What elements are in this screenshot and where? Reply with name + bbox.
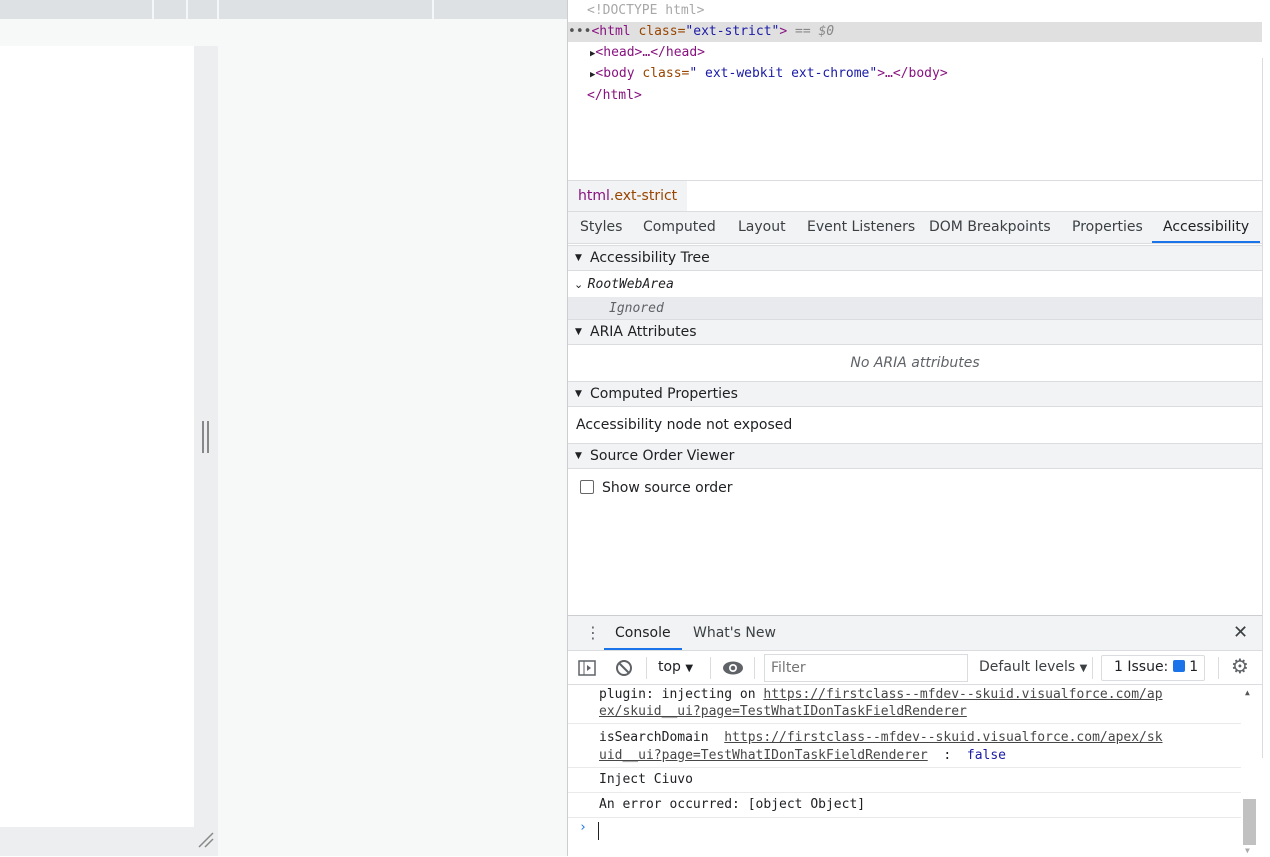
devtools-panel: <!DOCTYPE html> •••<html class="ext-stri… — [567, 0, 1270, 856]
checkbox-label: Show source order — [602, 480, 733, 496]
ignored-node[interactable]: Ignored — [568, 297, 1262, 319]
tab-properties[interactable]: Properties — [1072, 212, 1143, 243]
console-message: plugin: injecting on https://firstclass-… — [568, 686, 1241, 724]
clear-console-icon[interactable] — [615, 659, 633, 677]
root-node: RootWebArea — [587, 277, 674, 292]
html-val: "ext-strict" — [685, 24, 780, 39]
breadcrumb-class: .ext-strict — [609, 188, 678, 204]
tab-styles[interactable]: Styles — [580, 212, 622, 243]
sidebar-toggle-icon[interactable] — [578, 660, 596, 676]
sidebar-tabs: Styles Computed Layout Event Listeners D… — [568, 212, 1262, 244]
body-close: >…</body> — [877, 66, 948, 81]
message-link[interactable]: ex/skuid__ui?page=TestWhatIDonTaskFieldR… — [599, 704, 967, 719]
checkbox[interactable] — [580, 480, 594, 494]
emulated-page — [0, 46, 194, 827]
computed-text: Accessibility node not exposed — [576, 417, 793, 433]
tab-console[interactable]: Console — [604, 616, 682, 650]
selected-marker: == $0 — [795, 24, 835, 39]
breadcrumb-tag: html — [578, 188, 610, 204]
head-tag: <head>…</head> — [595, 45, 705, 60]
issue-icon — [1172, 660, 1185, 672]
scrollbar-thumb[interactable] — [1243, 799, 1256, 845]
tab-layout[interactable]: Layout — [738, 212, 786, 243]
levels-label: Default levels — [979, 659, 1076, 675]
ignored-label: Ignored — [609, 301, 664, 316]
console-scrollbar[interactable]: ▲ ▼ — [1241, 686, 1257, 857]
bottom-strip — [0, 827, 218, 856]
message-link[interactable]: https://firstclass--mfdev--skuid.visualf… — [763, 687, 1162, 702]
html-node-selected[interactable]: •••<html class="ext-strict"> == $0 — [568, 22, 1262, 42]
html-end-node: </html> — [587, 88, 642, 103]
resize-handle[interactable] — [202, 421, 209, 453]
console-input[interactable] — [598, 822, 599, 840]
console-messages: plugin: injecting on https://firstclass-… — [568, 686, 1270, 857]
aria-attributes-header[interactable]: ▼ ARIA Attributes — [568, 319, 1262, 345]
close-icon[interactable]: ✕ — [1233, 622, 1248, 643]
collapse-triangle-icon: ▼ — [575, 389, 582, 399]
computed-properties-header[interactable]: ▼ Computed Properties — [568, 381, 1262, 407]
section-title: Source Order Viewer — [590, 448, 735, 464]
issues-button[interactable]: 1 Issue: 1 — [1101, 655, 1205, 681]
doctype-node: <!DOCTYPE html> — [587, 3, 705, 18]
console-message: Inject Ciuvo — [568, 768, 1241, 793]
resize-strip — [194, 46, 218, 827]
tab-whats-new[interactable]: What's New — [693, 616, 776, 650]
log-levels-select[interactable]: Default levels ▼ — [979, 659, 1087, 675]
show-source-order[interactable]: Show source order — [580, 480, 1270, 496]
aria-empty: No ARIA attributes — [850, 355, 980, 371]
panel-scrollbar[interactable] — [1262, 58, 1270, 758]
message-link[interactable]: https://firstclass--mfdev--skuid.visualf… — [724, 730, 1162, 745]
prompt-chevron-icon: › — [579, 820, 587, 835]
message-value: false — [966, 748, 1007, 763]
message-link[interactable]: uid__ui?page=TestWhatIDonTaskFieldRender… — [599, 748, 928, 763]
collapse-triangle-icon: ▼ — [575, 253, 582, 263]
breadcrumb: html.ext-strict — [568, 180, 1262, 212]
context-select[interactable]: top ▼ — [658, 659, 693, 675]
tab-computed[interactable]: Computed — [643, 212, 716, 243]
body-node[interactable]: ▶<body class=" ext-webkit ext-chrome">…<… — [590, 66, 1270, 81]
console-message: An error occurred: [object Object] — [568, 793, 1241, 818]
collapse-triangle-icon: ▼ — [575, 327, 582, 337]
more-vertical-icon[interactable]: ⋮ — [585, 623, 601, 642]
tab-accessibility[interactable]: Accessibility — [1152, 212, 1261, 243]
accessibility-tree-header[interactable]: ▼ Accessibility Tree — [568, 245, 1262, 271]
collapse-triangle-icon: ▼ — [575, 451, 582, 461]
elements-tree: <!DOCTYPE html> •••<html class="ext-stri… — [568, 0, 1262, 180]
html-close: > — [779, 24, 788, 39]
device-toolbar-ruler — [0, 0, 567, 19]
body-val: " ext-webkit ext-chrome" — [689, 66, 878, 81]
section-title: Computed Properties — [590, 386, 738, 402]
source-order-header[interactable]: ▼ Source Order Viewer — [568, 443, 1262, 469]
tree-root[interactable]: ⌄ RootWebArea — [574, 276, 1268, 292]
eye-icon[interactable] — [722, 660, 744, 676]
breadcrumb-item[interactable]: html.ext-strict — [568, 181, 688, 211]
body-attr: class= — [642, 66, 690, 81]
corner-resize-icon[interactable] — [197, 831, 215, 849]
section-title: ARIA Attributes — [590, 324, 697, 340]
console-drawer: ⋮ Console What's New ✕ top ▼ Default lev… — [568, 615, 1270, 856]
message-text: isSearchDomain — [599, 730, 725, 745]
html-attr: class= — [638, 24, 686, 39]
issues-label: 1 Issue: — [1114, 659, 1169, 675]
head-node[interactable]: ▶<head>…</head> — [590, 45, 1270, 60]
issues-count: 1 — [1189, 659, 1199, 675]
tab-event-listeners[interactable]: Event Listeners — [807, 212, 915, 243]
body-tag: <body — [595, 66, 643, 81]
chevron-down-icon[interactable]: ⌄ — [574, 278, 583, 291]
context-value: top — [658, 659, 681, 675]
gear-icon[interactable]: ⚙ — [1231, 654, 1249, 678]
section-title: Accessibility Tree — [590, 250, 710, 266]
message-text: plugin: injecting on — [599, 687, 764, 702]
drawer-tabbar: ⋮ Console What's New ✕ — [568, 616, 1270, 651]
tab-dom-breakpoints[interactable]: DOM Breakpoints — [929, 212, 1051, 243]
separator: : — [927, 748, 967, 763]
html-tag: <html — [591, 24, 639, 39]
console-message: isSearchDomain https://firstclass--mfdev… — [568, 725, 1241, 768]
console-toolbar: top ▼ Default levels ▼ 1 Issue: 1 ⚙ — [568, 651, 1270, 685]
page-viewport — [0, 0, 567, 856]
filter-input[interactable] — [764, 654, 968, 682]
